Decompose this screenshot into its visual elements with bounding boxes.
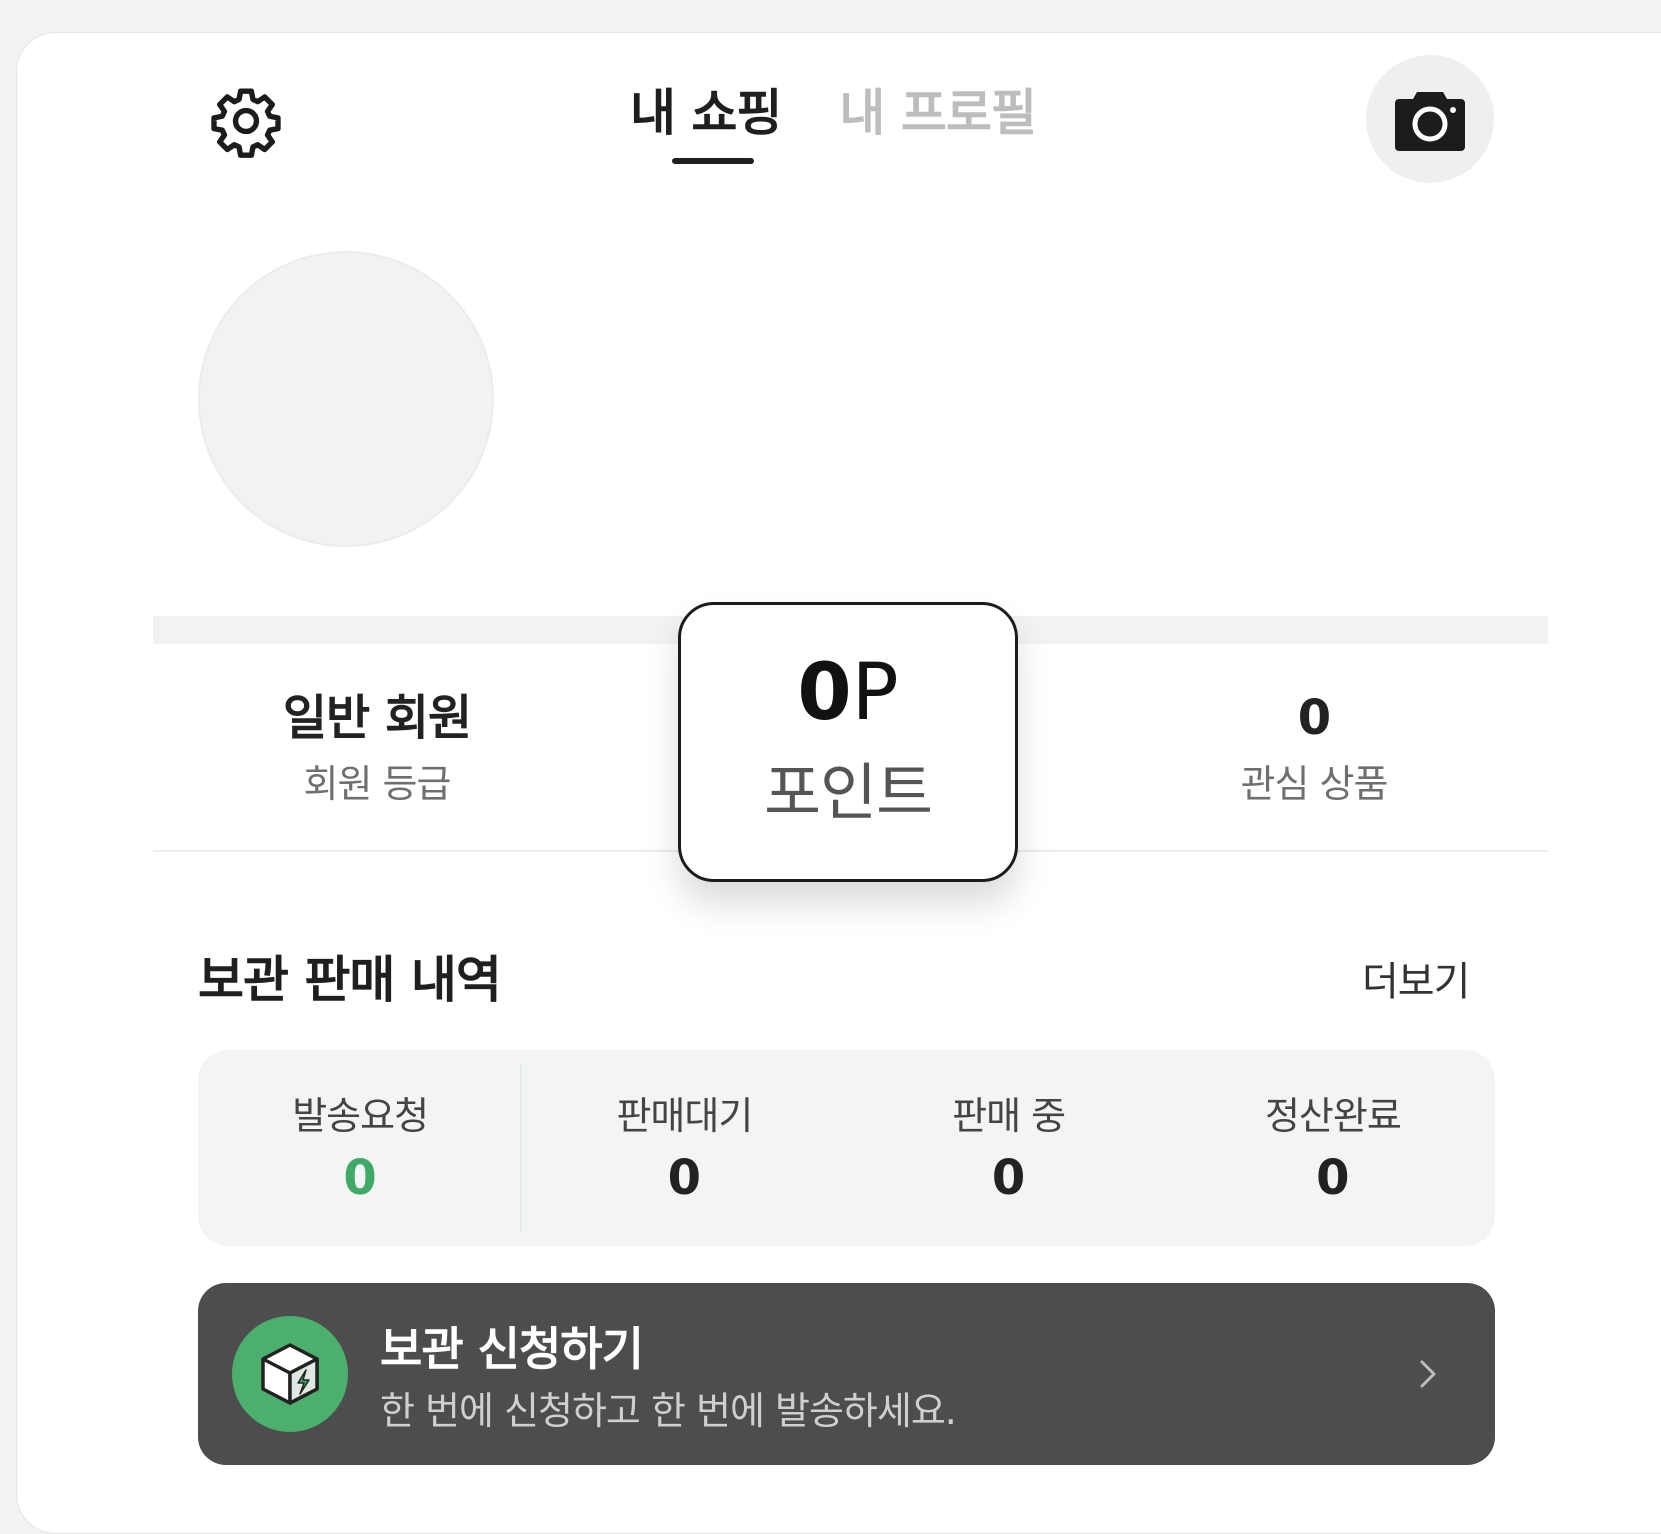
storage-request-banner[interactable]: 보관 신청하기 한 번에 신청하고 한 번에 발송하세요.	[198, 1283, 1495, 1465]
tab-bar: 내 쇼핑 내 프로필	[630, 78, 1037, 164]
active-tab-indicator	[672, 158, 754, 164]
banner-title: 보관 신청하기	[380, 1322, 644, 1376]
status-count: 0	[991, 1150, 1026, 1206]
points-label: 포인트	[763, 756, 933, 829]
camera-icon	[1395, 92, 1465, 151]
status-label: 판매대기	[616, 1094, 753, 1138]
camera-button[interactable]	[1366, 55, 1494, 183]
status-label: 정산완료	[1264, 1094, 1402, 1138]
status-on-sale[interactable]: 판매 중 0	[847, 1050, 1171, 1246]
tab-my-shopping[interactable]: 내 쇼핑	[630, 78, 782, 164]
wishlist-count: 0	[1297, 690, 1331, 746]
box-lightning-icon	[232, 1316, 348, 1432]
section-title: 보관 판매 내역	[198, 951, 502, 1009]
status-count: 0	[667, 1150, 702, 1206]
banner-subtitle: 한 번에 신청하고 한 번에 발송하세요.	[380, 1389, 957, 1433]
wishlist-label: 관심 상품	[1240, 762, 1389, 806]
points-stat[interactable]: 0P 포인트	[678, 602, 1018, 882]
tab-my-profile[interactable]: 내 프로필	[839, 78, 1036, 148]
chevron-right-icon	[1403, 1349, 1453, 1399]
settings-button[interactable]	[205, 80, 287, 162]
member-grade-stat[interactable]: 일반 회원 회원 등급	[197, 686, 557, 812]
tab-my-profile-label: 내 프로필	[839, 84, 1036, 142]
more-link[interactable]: 더보기	[1362, 952, 1470, 1012]
status-shipping-request[interactable]: 발송요청 0	[198, 1050, 522, 1246]
points-amount: 0	[797, 648, 852, 738]
profile-avatar[interactable]	[198, 251, 494, 547]
gear-icon	[211, 88, 281, 158]
member-grade-label: 회원 등급	[303, 762, 452, 806]
wishlist-stat[interactable]: 0 관심 상품	[1134, 686, 1494, 812]
points-value: 0P	[681, 645, 1015, 741]
status-settled[interactable]: 정산완료 0	[1171, 1050, 1495, 1246]
status-label: 판매 중	[952, 1094, 1066, 1138]
status-pending-sale[interactable]: 판매대기 0	[522, 1050, 846, 1246]
points-unit: P	[851, 648, 899, 738]
status-count: 0	[1316, 1150, 1350, 1206]
status-label: 발송요청	[292, 1094, 429, 1138]
sales-status-panel: 발송요청 0 판매대기 0 판매 중 0 정산완료 0	[198, 1050, 1495, 1246]
box-icon-graphic	[261, 1343, 319, 1405]
status-count: 0	[343, 1150, 377, 1206]
tab-my-shopping-label: 내 쇼핑	[630, 84, 782, 142]
member-grade-value: 일반 회원	[282, 690, 472, 746]
